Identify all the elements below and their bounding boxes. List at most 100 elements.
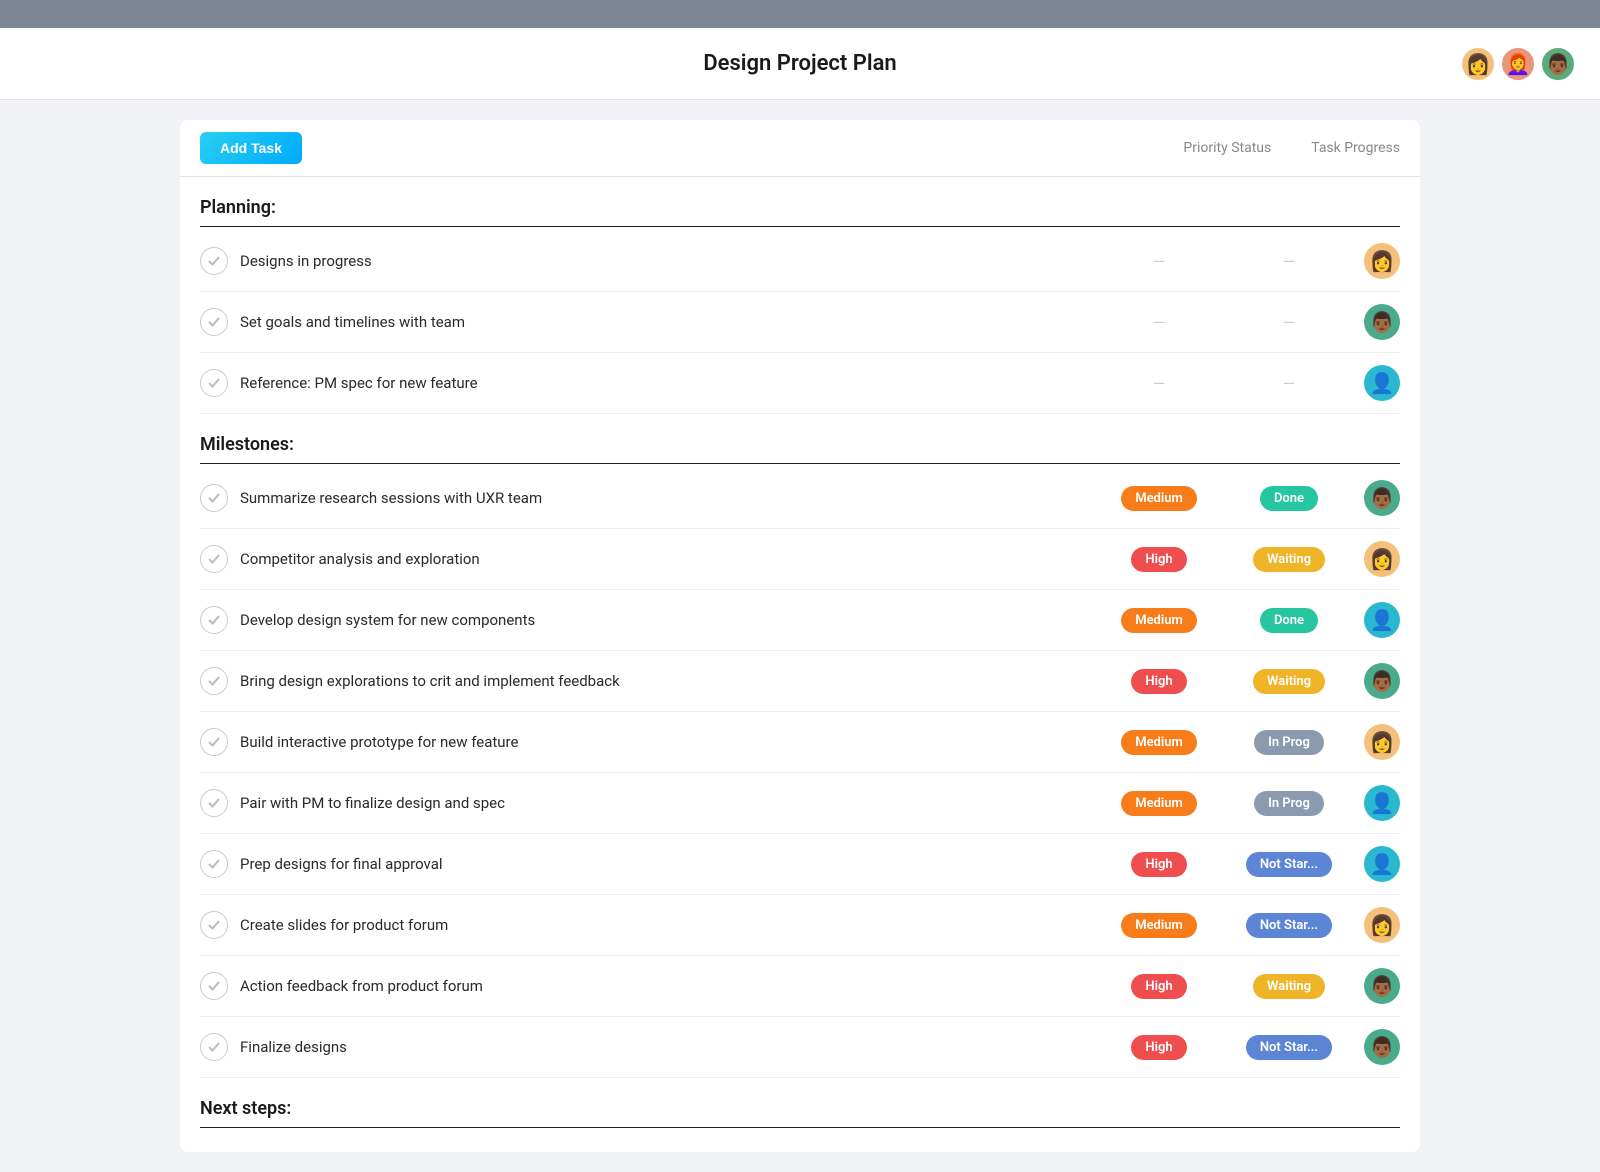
task-name: Competitor analysis and exploration <box>240 550 1104 568</box>
task-row: Pair with PM to finalize design and spec… <box>200 773 1400 834</box>
task-avatar: 👤 <box>1364 365 1400 401</box>
task-name: Pair with PM to finalize design and spec <box>240 794 1104 812</box>
task-name: Build interactive prototype for new feat… <box>240 733 1104 751</box>
task-checkbox[interactable] <box>200 1033 228 1061</box>
task-status: — <box>1234 374 1344 393</box>
task-status: — <box>1234 252 1344 271</box>
task-status: Done <box>1234 486 1344 511</box>
status-badge: Waiting <box>1253 669 1325 694</box>
task-status: Waiting <box>1234 669 1344 694</box>
task-row: Bring design explorations to crit and im… <box>200 651 1400 712</box>
status-empty: — <box>1234 252 1344 271</box>
task-checkbox[interactable] <box>200 850 228 878</box>
task-name: Finalize designs <box>240 1038 1104 1056</box>
page-title: Design Project Plan <box>703 51 896 76</box>
task-row: Action feedback from product forum High Wa… <box>200 956 1400 1017</box>
task-priority: — <box>1104 313 1214 332</box>
status-empty: — <box>1234 313 1344 332</box>
status-badge: In Prog <box>1254 791 1324 816</box>
task-row: Create slides for product forum Medium Not… <box>200 895 1400 956</box>
task-progress-label: Task Progress <box>1311 140 1400 156</box>
priority-badge: Medium <box>1121 608 1197 633</box>
task-avatar: 👨🏾 <box>1364 480 1400 516</box>
priority-badge: High <box>1131 669 1186 694</box>
toolbar: Add Task Priority Status Task Progress <box>180 120 1420 177</box>
task-priority: High <box>1104 1035 1214 1060</box>
priority-badge: High <box>1131 852 1186 877</box>
task-avatar: 👩 <box>1364 243 1400 279</box>
task-name: Action feedback from product forum <box>240 977 1104 995</box>
task-checkbox[interactable] <box>200 789 228 817</box>
priority-badge: High <box>1131 547 1186 572</box>
task-priority: — <box>1104 374 1214 393</box>
task-checkbox[interactable] <box>200 667 228 695</box>
section-header-nextsteps: Next steps: <box>200 1078 1400 1128</box>
task-priority: — <box>1104 252 1214 271</box>
task-name: Summarize research sessions with UXR tea… <box>240 489 1104 507</box>
task-checkbox[interactable] <box>200 545 228 573</box>
task-name: Create slides for product forum <box>240 916 1104 934</box>
task-checkbox[interactable] <box>200 308 228 336</box>
task-row: Reference: PM spec for new feature——👤 <box>200 353 1400 414</box>
task-status: Waiting <box>1234 547 1344 572</box>
task-name: Set goals and timelines with team <box>240 313 1104 331</box>
task-priority: Medium <box>1104 730 1214 755</box>
priority-empty: — <box>1104 313 1214 332</box>
task-row: Summarize research sessions with UXR tea… <box>200 468 1400 529</box>
status-badge: Not Star... <box>1246 852 1332 877</box>
task-avatar: 👤 <box>1364 602 1400 638</box>
task-name: Bring design explorations to crit and im… <box>240 672 1104 690</box>
task-name: Develop design system for new components <box>240 611 1104 629</box>
status-badge: Done <box>1260 608 1318 633</box>
task-priority: High <box>1104 974 1214 999</box>
task-avatar: 👨🏾 <box>1364 663 1400 699</box>
task-checkbox[interactable] <box>200 972 228 1000</box>
task-status: — <box>1234 313 1344 332</box>
task-checkbox[interactable] <box>200 247 228 275</box>
section-header-milestones: Milestones: <box>200 414 1400 464</box>
priority-badge: Medium <box>1121 913 1197 938</box>
task-avatar: 👩 <box>1364 541 1400 577</box>
avatar-2: 👩‍🦰 <box>1500 46 1536 82</box>
priority-badge: Medium <box>1121 791 1197 816</box>
task-priority: Medium <box>1104 486 1214 511</box>
task-list-container: Planning:Designs in progress——👩Set goals… <box>180 177 1420 1152</box>
header: Design Project Plan 👩 👩‍🦰 👨🏾 <box>0 28 1600 100</box>
task-row: Competitor analysis and exploration High W… <box>200 529 1400 590</box>
task-row: Set goals and timelines with team——👨🏾 <box>200 292 1400 353</box>
task-row: Prep designs for final approvalHighNot S… <box>200 834 1400 895</box>
status-badge: Done <box>1260 486 1318 511</box>
task-priority: Medium <box>1104 913 1214 938</box>
priority-badge: High <box>1131 974 1186 999</box>
status-badge: Not Star... <box>1246 913 1332 938</box>
task-priority: Medium <box>1104 791 1214 816</box>
add-task-button[interactable]: Add Task <box>200 132 302 164</box>
main-content: Add Task Priority Status Task Progress P… <box>0 100 1600 1172</box>
task-checkbox[interactable] <box>200 911 228 939</box>
task-priority: High <box>1104 852 1214 877</box>
task-avatar: 👨🏾 <box>1364 968 1400 1004</box>
task-checkbox[interactable] <box>200 728 228 756</box>
task-name: Reference: PM spec for new feature <box>240 374 1104 392</box>
priority-badge: Medium <box>1121 486 1197 511</box>
task-avatar: 👩 <box>1364 724 1400 760</box>
priority-empty: — <box>1104 374 1214 393</box>
header-avatars: 👩 👩‍🦰 👨🏾 <box>1460 46 1576 82</box>
task-avatar: 👨🏾 <box>1364 1029 1400 1065</box>
task-name: Designs in progress <box>240 252 1104 270</box>
status-empty: — <box>1234 374 1344 393</box>
status-badge: In Prog <box>1254 730 1324 755</box>
task-checkbox[interactable] <box>200 369 228 397</box>
task-avatar: 👩 <box>1364 907 1400 943</box>
section-header-planning: Planning: <box>200 177 1400 227</box>
task-status: Not Star... <box>1234 913 1344 938</box>
task-avatar: 👤 <box>1364 785 1400 821</box>
toolbar-right: Priority Status Task Progress <box>1183 140 1400 156</box>
task-status: Waiting <box>1234 974 1344 999</box>
task-priority: Medium <box>1104 608 1214 633</box>
task-avatar: 👨🏾 <box>1364 304 1400 340</box>
task-row: Finalize designsHighNot Star...👨🏾 <box>200 1017 1400 1078</box>
task-checkbox[interactable] <box>200 484 228 512</box>
task-checkbox[interactable] <box>200 606 228 634</box>
task-row: Designs in progress——👩 <box>200 231 1400 292</box>
